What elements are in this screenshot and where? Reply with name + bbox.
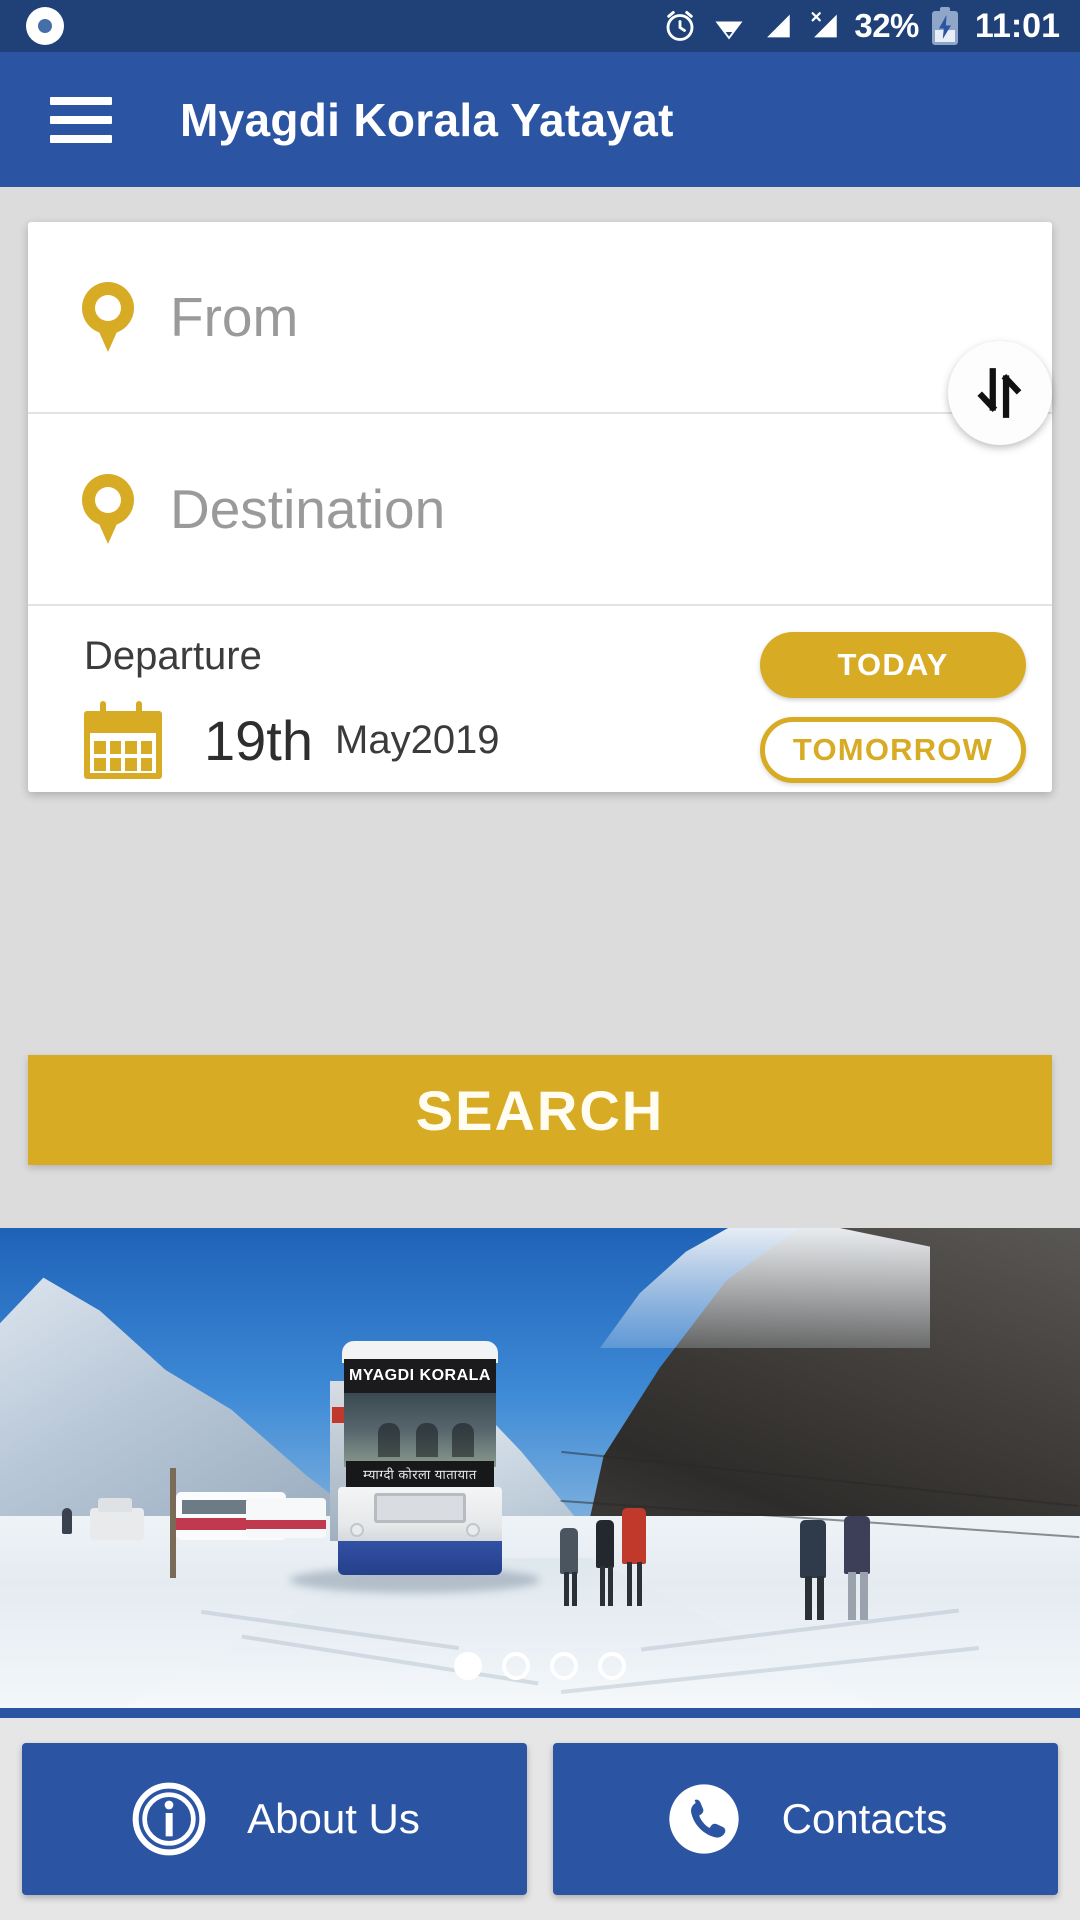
battery-percent: 32% bbox=[854, 7, 919, 44]
person-legs bbox=[572, 1572, 577, 1606]
background-jeep bbox=[90, 1498, 144, 1540]
status-bar-left bbox=[26, 7, 64, 45]
person-distant bbox=[62, 1508, 72, 1534]
signal-icon bbox=[767, 14, 791, 38]
destination-field[interactable]: Destination bbox=[28, 414, 1052, 606]
carousel-dot-4[interactable] bbox=[598, 1652, 626, 1680]
phone-icon bbox=[668, 1784, 739, 1854]
departure-month-year: May2019 bbox=[335, 717, 500, 762]
person-legs bbox=[564, 1572, 569, 1606]
person-legs bbox=[608, 1566, 613, 1606]
carousel-dot-2[interactable] bbox=[502, 1652, 530, 1680]
today-button[interactable]: TODAY bbox=[760, 632, 1026, 698]
person-legs bbox=[637, 1562, 642, 1606]
swap-arrows-icon[interactable] bbox=[948, 341, 1052, 445]
calendar-icon bbox=[84, 701, 162, 779]
bus-destination-board: MYAGDI KORALA bbox=[344, 1359, 496, 1393]
departure-section: Departure 19th May2019 TODAY TOMORROW bbox=[28, 606, 1052, 792]
departure-day: 19th bbox=[204, 708, 313, 772]
person bbox=[560, 1528, 578, 1574]
swap-arrows-glyph bbox=[977, 368, 1022, 418]
image-carousel[interactable]: MYAGDI KORALA म्याग्दी कोरला यातायात bbox=[0, 1228, 1080, 1708]
person-legs bbox=[848, 1572, 856, 1620]
bus-nepali-board: म्याग्दी कोरला यातायात bbox=[346, 1461, 494, 1487]
person-legs bbox=[600, 1566, 605, 1606]
status-bar-right: 32% 11:01 bbox=[662, 7, 1060, 46]
person bbox=[844, 1516, 870, 1574]
person-legs bbox=[627, 1562, 632, 1606]
person bbox=[596, 1520, 614, 1568]
contacts-label: Contacts bbox=[781, 1795, 948, 1842]
from-field[interactable]: From bbox=[28, 222, 1052, 414]
record-icon bbox=[26, 7, 64, 45]
carousel-dot-3[interactable] bbox=[550, 1652, 578, 1680]
app-root: 32% 11:01 Myagdi Korala Yatayat From Des… bbox=[0, 0, 1080, 1920]
location-pin-icon bbox=[82, 474, 134, 544]
page-title: Myagdi Korala Yatayat bbox=[180, 93, 674, 146]
battery-charging-icon bbox=[931, 7, 958, 45]
search-card: From Destination Departure 19th May2019 … bbox=[28, 222, 1052, 792]
person-legs bbox=[817, 1576, 824, 1620]
info-circle-icon bbox=[132, 1782, 206, 1856]
date-quick-buttons: TODAY TOMORROW bbox=[760, 632, 1030, 783]
main-bus: MYAGDI KORALA म्याग्दी कोरला यातायात bbox=[290, 1341, 540, 1593]
bottom-divider bbox=[0, 1708, 1080, 1718]
bus-nepali-text: म्याग्दी कोरला यातायात bbox=[363, 1467, 477, 1482]
about-us-label: About Us bbox=[247, 1795, 420, 1842]
bottom-bar: About Us Contacts bbox=[0, 1718, 1080, 1920]
location-pin-icon bbox=[82, 282, 134, 352]
contacts-button[interactable]: Contacts bbox=[553, 1743, 1058, 1895]
bus-windshield bbox=[344, 1393, 496, 1467]
from-input-placeholder: From bbox=[170, 286, 299, 348]
background-bus-2 bbox=[246, 1498, 326, 1538]
person-red-jacket bbox=[622, 1508, 646, 1564]
person bbox=[800, 1520, 826, 1578]
carousel-dots bbox=[0, 1652, 1080, 1680]
about-us-button[interactable]: About Us bbox=[22, 1743, 527, 1895]
person-legs bbox=[860, 1572, 868, 1620]
tomorrow-button[interactable]: TOMORROW bbox=[760, 717, 1026, 783]
app-bar: Myagdi Korala Yatayat bbox=[0, 52, 1080, 187]
clock-time: 11:01 bbox=[974, 6, 1060, 45]
search-button[interactable]: SEARCH bbox=[28, 1055, 1052, 1165]
alarm-icon bbox=[666, 11, 694, 41]
wifi-icon bbox=[715, 21, 743, 40]
bus-board-text: MYAGDI KORALA bbox=[349, 1367, 491, 1384]
carousel-dot-1[interactable] bbox=[454, 1652, 482, 1680]
hamburger-menu-icon[interactable] bbox=[50, 96, 112, 143]
status-bar: 32% 11:01 bbox=[0, 0, 1080, 52]
person-legs bbox=[805, 1576, 812, 1620]
signal-no-sim-icon bbox=[811, 12, 838, 38]
carousel-slide-image: MYAGDI KORALA म्याग्दी कोरला यातायात bbox=[0, 1228, 1080, 1708]
destination-input-placeholder: Destination bbox=[170, 478, 446, 540]
